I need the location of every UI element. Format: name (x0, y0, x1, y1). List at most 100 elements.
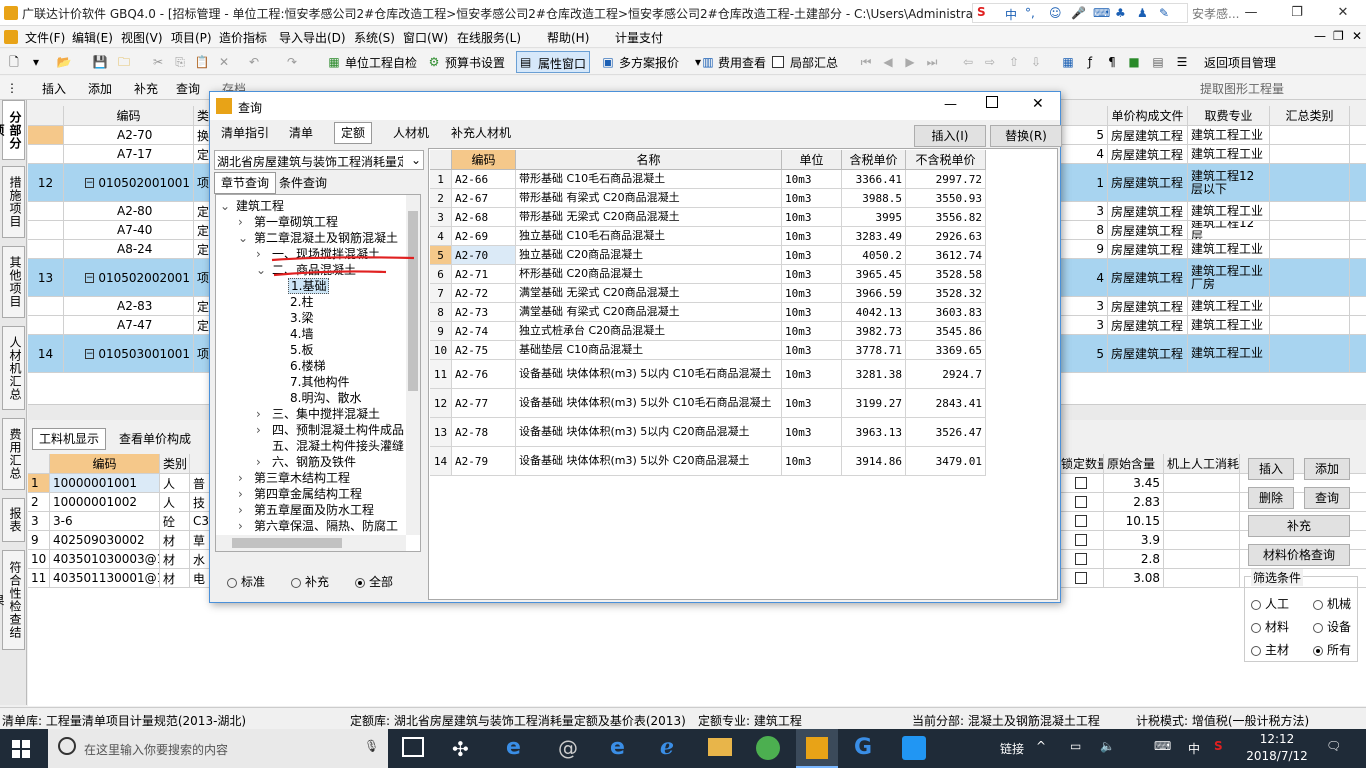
menu-edit[interactable]: 编辑(E) (72, 29, 113, 46)
tree-expander-icon[interactable]: › (256, 423, 270, 437)
filter-option[interactable]: 材料 (1251, 618, 1289, 635)
taskbar-link[interactable]: 链接 (1000, 740, 1024, 757)
tab-fee-summary[interactable]: 费用汇总 (2, 418, 25, 490)
add-button[interactable]: 添加 (88, 80, 112, 97)
brow-locked[interactable] (1058, 569, 1104, 587)
new-icon[interactable]: 🗋 (6, 54, 22, 70)
menu-measure-pay[interactable]: 计量支付 (615, 29, 663, 46)
tree-node[interactable]: 6.楼梯 (274, 357, 327, 374)
quota-library-select[interactable]: 湖北省房屋建筑与装饰工程消耗量定 ⌄ (214, 150, 424, 170)
bp-add-button[interactable]: 添加 (1304, 458, 1350, 480)
table-row[interactable]: 9 A2-74 独立式桩承台 C20商品混凝土 10m3 3982.73 3545.86 (430, 322, 986, 341)
ie-icon[interactable]: e (506, 735, 521, 760)
radio-standard[interactable]: 标准 (227, 573, 265, 590)
fan-app-icon[interactable]: ✣ (452, 737, 469, 761)
tree-node[interactable]: › 第三章木结构工程 (238, 469, 352, 486)
blue-app-icon[interactable] (902, 736, 926, 760)
wrench-icon[interactable]: ✎ (1159, 6, 1169, 20)
mic-icon[interactable]: 🎤 (1071, 6, 1086, 20)
brow-locked[interactable] (1058, 512, 1104, 530)
file-explorer-icon[interactable] (708, 738, 732, 756)
keyboard-icon[interactable]: ⌨ (1093, 6, 1110, 20)
table-row[interactable]: 10 A2-75 基础垫层 C10商品混凝土 10m3 3778.71 3369.65 (430, 341, 986, 360)
radio-supplement[interactable]: 补充 (291, 573, 329, 590)
keyboard-tray-icon[interactable]: ⌨ (1154, 739, 1171, 753)
filter-option[interactable]: 人工 (1251, 595, 1289, 612)
windows-start-icon[interactable] (12, 740, 30, 758)
clock-date[interactable]: 2018/7/12 (1242, 749, 1312, 763)
tree-vscrollbar[interactable] (406, 195, 420, 535)
bcol-orig[interactable]: 原始含量 (1104, 454, 1164, 473)
brow-locked[interactable] (1058, 474, 1104, 492)
brow-locked[interactable] (1058, 493, 1104, 511)
tree-node[interactable]: 3.梁 (274, 309, 315, 326)
ie2-icon[interactable]: ℯ (660, 735, 674, 760)
menu-system[interactable]: 系统(S) (354, 29, 395, 46)
menu-file[interactable]: 文件(F) (25, 29, 65, 46)
table-row[interactable]: 5 A2-70 独立基础 C20商品混凝土 10m3 4050.2 3612.74 (430, 246, 986, 265)
tree-scroll-thumb[interactable] (408, 211, 418, 391)
tab-other-items[interactable]: 其他项目 (2, 246, 25, 318)
table-row[interactable]: 11 A2-76 设备基础 块体体积(m3) 5以内 C10毛石商品混凝土 10m3 3… (430, 360, 986, 389)
col-major[interactable]: 取费专业 (1188, 106, 1270, 125)
ime-toolbar[interactable]: S 中 °, ☺ 🎤 ⌨ ♣ ♟ ✎ (972, 3, 1188, 23)
prev-icon[interactable]: ◀ (880, 54, 896, 70)
bp-price-query-button[interactable]: 材料价格查询 (1248, 544, 1350, 566)
tree-node[interactable]: 五、混凝土构件接头灌缝 (256, 437, 406, 454)
list-icon[interactable]: ☰ (1174, 54, 1190, 70)
col-code[interactable]: 编码 (64, 106, 194, 125)
table-row[interactable]: 1 A2-66 带形基础 C10毛石商品混凝土 10m3 3366.41 2997.72 (430, 170, 986, 189)
tree-expander-icon[interactable]: › (238, 503, 252, 517)
tree-node[interactable]: › 第六章保温、隔热、防腐工 (238, 517, 400, 534)
move-up-icon[interactable]: ⇧ (1006, 54, 1022, 70)
bcol-code[interactable]: 编码 (50, 454, 160, 473)
menu-project[interactable]: 项目(P) (171, 29, 212, 46)
task-view-icon[interactable] (402, 737, 424, 757)
copy-icon[interactable]: ⎘ (172, 54, 188, 70)
tree-node[interactable]: › 第五章屋面及防水工程 (238, 501, 376, 518)
property-window-toggle[interactable]: ▤ 属性窗口 (516, 51, 590, 73)
tree-expander-icon[interactable]: ⌄ (256, 263, 270, 277)
brow-locked[interactable] (1058, 531, 1104, 549)
tree-node[interactable]: › 第一章砌筑工程 (238, 213, 340, 230)
dialog-minimize-button[interactable]: — (944, 97, 957, 112)
move-left-icon[interactable]: ⇦ (960, 54, 976, 70)
tree-expander-icon[interactable]: › (256, 407, 270, 421)
menu-help[interactable]: 帮助(H) (547, 29, 589, 46)
tree-node[interactable]: › 第四章金属结构工程 (238, 485, 364, 502)
dtab-quota[interactable]: 定额 (334, 122, 373, 144)
bp-delete-button[interactable]: 删除 (1248, 487, 1294, 509)
volume-icon[interactable]: 🔈 (1100, 739, 1115, 753)
ime-punct[interactable]: °, (1025, 6, 1035, 20)
dtab-material[interactable]: 人材机 (386, 122, 436, 144)
table-row[interactable]: 6 A2-71 杯形基础 C20商品混凝土 10m3 3965.45 3528.58 (430, 265, 986, 284)
qtab-condition[interactable]: 条件查询 (272, 172, 334, 194)
tree-expander-icon[interactable]: › (238, 471, 252, 485)
tree-expander-icon[interactable]: › (256, 247, 270, 261)
bp-insert-button[interactable]: 插入 (1248, 458, 1294, 480)
folder-icon[interactable]: 🗀 (116, 54, 132, 70)
sogou-tray-icon[interactable]: S (1214, 739, 1223, 753)
first-icon[interactable]: ⏮ (858, 54, 874, 70)
last-icon[interactable]: ⏭ (924, 54, 940, 70)
locked-checkbox[interactable] (1074, 553, 1087, 565)
self-check-button[interactable]: 单位工程自检 (345, 54, 417, 71)
layers-icon[interactable]: ▤ (1150, 54, 1166, 70)
table-row[interactable]: 14 A2-79 设备基础 块体体积(m3) 5以外 C20商品混凝土 10m3 391… (430, 447, 986, 476)
tab-reports[interactable]: 报表 (2, 498, 25, 542)
tab-compliance-check[interactable]: 符合性检查结果 (0, 550, 25, 650)
calc-icon[interactable]: ▦ (1060, 54, 1076, 70)
mdi-restore[interactable]: ❐ (1333, 29, 1344, 43)
multi-plan-button[interactable]: 多方案报价 (619, 54, 679, 71)
extract-quantity-button[interactable]: 提取图形工程量 (1200, 80, 1284, 97)
spiral-app-icon[interactable]: @ (558, 736, 578, 760)
menu-view[interactable]: 视图(V) (121, 29, 163, 46)
collapse-icon[interactable]: − (84, 272, 95, 283)
qtab-chapter[interactable]: 章节查询 (214, 172, 277, 194)
tree-expander-icon[interactable]: › (238, 215, 252, 229)
close-button[interactable]: ✕ (1320, 0, 1366, 26)
tree-node[interactable]: › 六、钢筋及铁件 (256, 453, 358, 470)
tray-chevron-icon[interactable]: ^ (1036, 739, 1046, 753)
tab-unit-price[interactable]: 查看单价构成 (112, 428, 198, 450)
tree-node[interactable]: 4.墙 (274, 325, 315, 342)
